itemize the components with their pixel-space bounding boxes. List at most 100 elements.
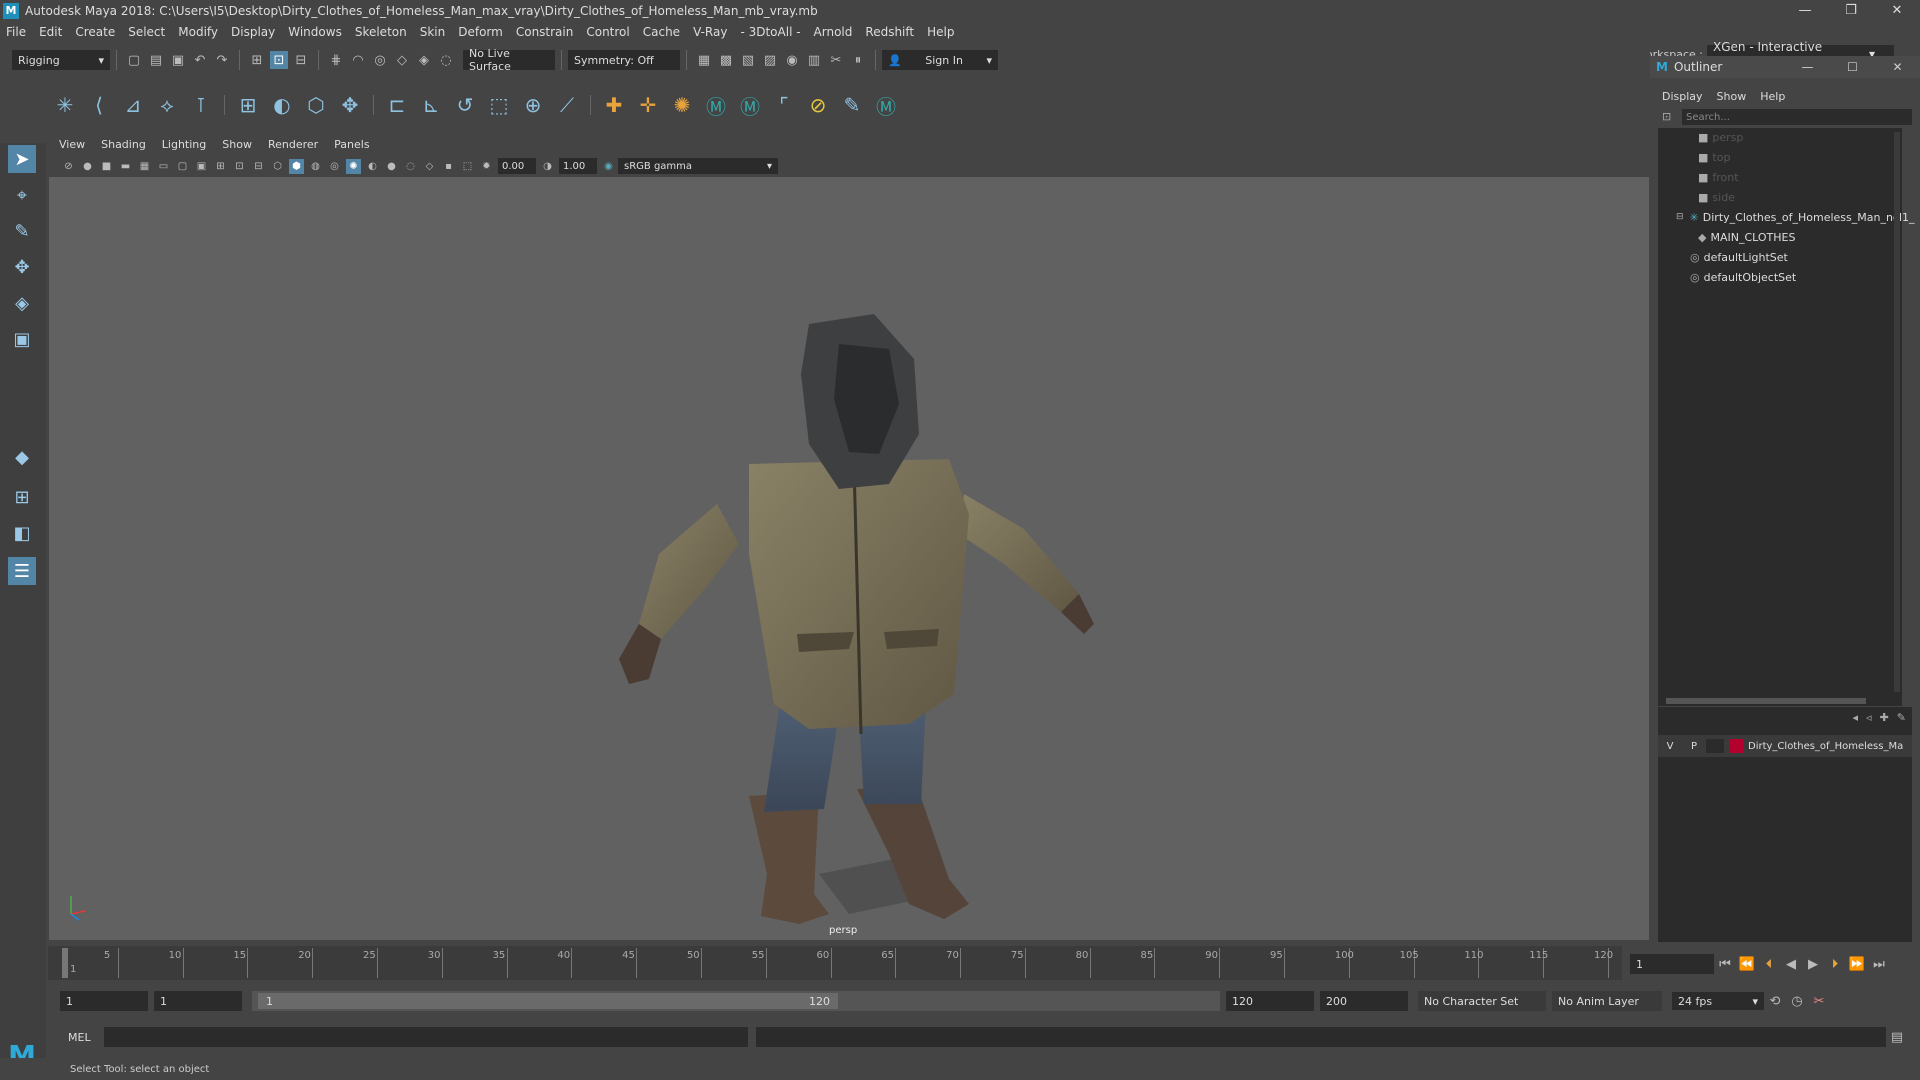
new-layer-icon[interactable]: ✚ bbox=[1880, 711, 1889, 724]
sign-in-button[interactable]: 👤 Sign In ▾ bbox=[882, 50, 998, 70]
outliner-menu-show[interactable]: Show bbox=[1717, 90, 1747, 103]
skin-weights-icon[interactable]: ✎ bbox=[838, 91, 866, 119]
outliner-close-button[interactable]: ✕ bbox=[1875, 56, 1920, 78]
layer-color-swatch[interactable] bbox=[1730, 739, 1744, 753]
hik-character-icon[interactable]: Ⓜ bbox=[736, 91, 764, 119]
symmetry-dropdown[interactable]: Symmetry: Off bbox=[568, 50, 680, 70]
render-view-icon[interactable]: ▥ bbox=[805, 51, 823, 69]
menu-select[interactable]: Select bbox=[128, 25, 165, 39]
outliner-restore-button[interactable]: ☐ bbox=[1830, 56, 1875, 78]
undo-icon[interactable]: ↶ bbox=[191, 51, 209, 69]
outliner-hscrollbar[interactable] bbox=[1666, 698, 1866, 704]
paint-select-icon[interactable]: ✎ bbox=[8, 217, 36, 245]
go-to-start-icon[interactable]: ⏮ bbox=[1716, 955, 1734, 973]
close-button[interactable]: ✕ bbox=[1874, 0, 1920, 21]
orient-constraint-icon[interactable]: ↺ bbox=[451, 91, 479, 119]
redo-icon[interactable]: ↷ bbox=[213, 51, 231, 69]
command-language[interactable]: MEL bbox=[50, 1031, 104, 1044]
menu-windows[interactable]: Windows bbox=[288, 25, 342, 39]
layer-name[interactable]: Dirty_Clothes_of_Homeless_Ma bbox=[1748, 741, 1903, 752]
menu-modify[interactable]: Modify bbox=[178, 25, 218, 39]
move-layer-down-icon[interactable]: ◃ bbox=[1866, 711, 1872, 724]
pause-icon[interactable]: ⏸ bbox=[849, 51, 867, 69]
menu-vray[interactable]: V-Ray bbox=[693, 25, 727, 39]
step-back-key-icon[interactable]: ⏪ bbox=[1738, 955, 1756, 973]
move-layer-up-icon[interactable]: ◂ bbox=[1853, 711, 1859, 724]
scale-tool-icon[interactable]: ▣ bbox=[8, 325, 36, 353]
aim-constraint-icon[interactable]: ⊾ bbox=[417, 91, 445, 119]
restore-button[interactable]: ❐ bbox=[1828, 0, 1874, 21]
playback-end-field[interactable]: 120 bbox=[1226, 991, 1314, 1011]
layer-playback-toggle[interactable]: P bbox=[1682, 741, 1706, 752]
outliner-scrollbar[interactable] bbox=[1894, 132, 1900, 692]
fps-dropdown[interactable]: 24 fps ▾ bbox=[1672, 992, 1764, 1010]
cluster-icon[interactable]: ✥ bbox=[336, 91, 364, 119]
ik-fk-icon[interactable]: ✛ bbox=[634, 91, 662, 119]
outliner-menu-display[interactable]: Display bbox=[1662, 90, 1703, 103]
character-model[interactable] bbox=[49, 134, 1649, 940]
locator-icon[interactable]: ✚ bbox=[600, 91, 628, 119]
play-forwards-icon[interactable]: ▶ bbox=[1804, 955, 1822, 973]
paint-weights-icon[interactable]: ⊘ bbox=[804, 91, 832, 119]
menu-constrain[interactable]: Constrain bbox=[516, 25, 574, 39]
menu-file[interactable]: File bbox=[6, 25, 26, 39]
smooth-bind-icon[interactable]: ◐ bbox=[268, 91, 296, 119]
snap-surface-icon[interactable]: ◈ bbox=[415, 51, 433, 69]
select-object-icon[interactable]: ⊡ bbox=[270, 51, 288, 69]
single-view-icon[interactable]: ◆ bbox=[8, 443, 36, 471]
render-sequence-icon[interactable]: ▩ bbox=[717, 51, 735, 69]
select-component-icon[interactable]: ⊟ bbox=[292, 51, 310, 69]
select-tool-icon[interactable]: ➤ bbox=[8, 145, 36, 173]
outliner-list[interactable]: ■ persp ■ top ■ front ■ side ⊟ ✳ Dirty_Clothes… bbox=[1658, 128, 1915, 706]
menu-3dtoall[interactable]: - 3DtoAll - bbox=[740, 25, 800, 39]
menu-help[interactable]: Help bbox=[927, 25, 954, 39]
animation-end-field[interactable]: 200 bbox=[1320, 991, 1408, 1011]
outliner-item[interactable]: ■ side bbox=[1698, 188, 1735, 206]
outliner-item[interactable]: ■ top bbox=[1698, 148, 1730, 166]
range-slider-handle[interactable]: 1 120 bbox=[258, 993, 838, 1009]
quick-rig-icon[interactable]: ✺ bbox=[668, 91, 696, 119]
bind-skin-icon[interactable]: ⊞ bbox=[234, 91, 262, 119]
menu-cache[interactable]: Cache bbox=[643, 25, 680, 39]
create-joints-icon[interactable]: ✳ bbox=[51, 91, 79, 119]
ik-spline-icon[interactable]: ⊿ bbox=[119, 91, 147, 119]
mode-dropdown[interactable]: Rigging ▾ bbox=[12, 50, 110, 70]
move-tool-icon[interactable]: ✥ bbox=[8, 253, 36, 281]
layer-visibility-toggle[interactable]: V bbox=[1658, 741, 1682, 752]
current-time-indicator[interactable] bbox=[62, 948, 68, 978]
outliner-item[interactable]: ◎ defaultLightSet bbox=[1690, 248, 1788, 266]
minimize-button[interactable]: — bbox=[1782, 0, 1828, 21]
viewport-panel[interactable]: View Shading Lighting Show Renderer Pane… bbox=[49, 134, 1649, 940]
scale-constraint-icon[interactable]: ⬚ bbox=[485, 91, 513, 119]
ik-handle-icon[interactable]: ⟨ bbox=[85, 91, 113, 119]
menu-edit[interactable]: Edit bbox=[39, 25, 62, 39]
orient-joint-icon[interactable]: ⊺ bbox=[187, 91, 215, 119]
snap-view-icon[interactable]: ◇ bbox=[393, 51, 411, 69]
step-forward-key-icon[interactable]: ⏩ bbox=[1848, 955, 1866, 973]
menu-arnold[interactable]: Arnold bbox=[814, 25, 853, 39]
menu-skeleton[interactable]: Skeleton bbox=[355, 25, 407, 39]
live-surface-field[interactable]: No Live Surface bbox=[463, 47, 555, 73]
new-layer-selected-icon[interactable]: ✎ bbox=[1897, 711, 1906, 724]
menu-display[interactable]: Display bbox=[231, 25, 275, 39]
snap-point-icon[interactable]: ◎ bbox=[371, 51, 389, 69]
layer-row[interactable]: V P Dirty_Clothes_of_Homeless_Ma bbox=[1658, 735, 1912, 757]
lattice-icon[interactable]: ⬡ bbox=[302, 91, 330, 119]
outliner-item[interactable]: ■ front bbox=[1698, 168, 1739, 186]
go-to-end-icon[interactable]: ⏭ bbox=[1870, 955, 1888, 973]
outliner-item[interactable]: ◎ defaultObjectSet bbox=[1690, 268, 1796, 286]
render-settings-icon[interactable]: ▨ bbox=[761, 51, 779, 69]
parent-constraint-icon[interactable]: ⊕ bbox=[519, 91, 547, 119]
playback-start-field[interactable]: 1 bbox=[154, 991, 242, 1011]
outliner-item[interactable]: ◆ MAIN_CLOTHES bbox=[1698, 228, 1795, 246]
outliner-search-input[interactable]: Search... bbox=[1682, 109, 1912, 125]
four-view-icon[interactable]: ⊞ bbox=[8, 483, 36, 511]
menu-skin[interactable]: Skin bbox=[420, 25, 446, 39]
hik-icon[interactable]: Ⓜ bbox=[702, 91, 730, 119]
menu-deform[interactable]: Deform bbox=[458, 25, 503, 39]
hik-control-icon[interactable]: Ⓜ bbox=[872, 91, 900, 119]
menu-create[interactable]: Create bbox=[75, 25, 115, 39]
mirror-joint-icon[interactable]: ⟡ bbox=[153, 91, 181, 119]
character-set-dropdown[interactable]: No Character Set bbox=[1418, 991, 1546, 1011]
outliner-item[interactable]: ■ persp bbox=[1698, 128, 1743, 146]
